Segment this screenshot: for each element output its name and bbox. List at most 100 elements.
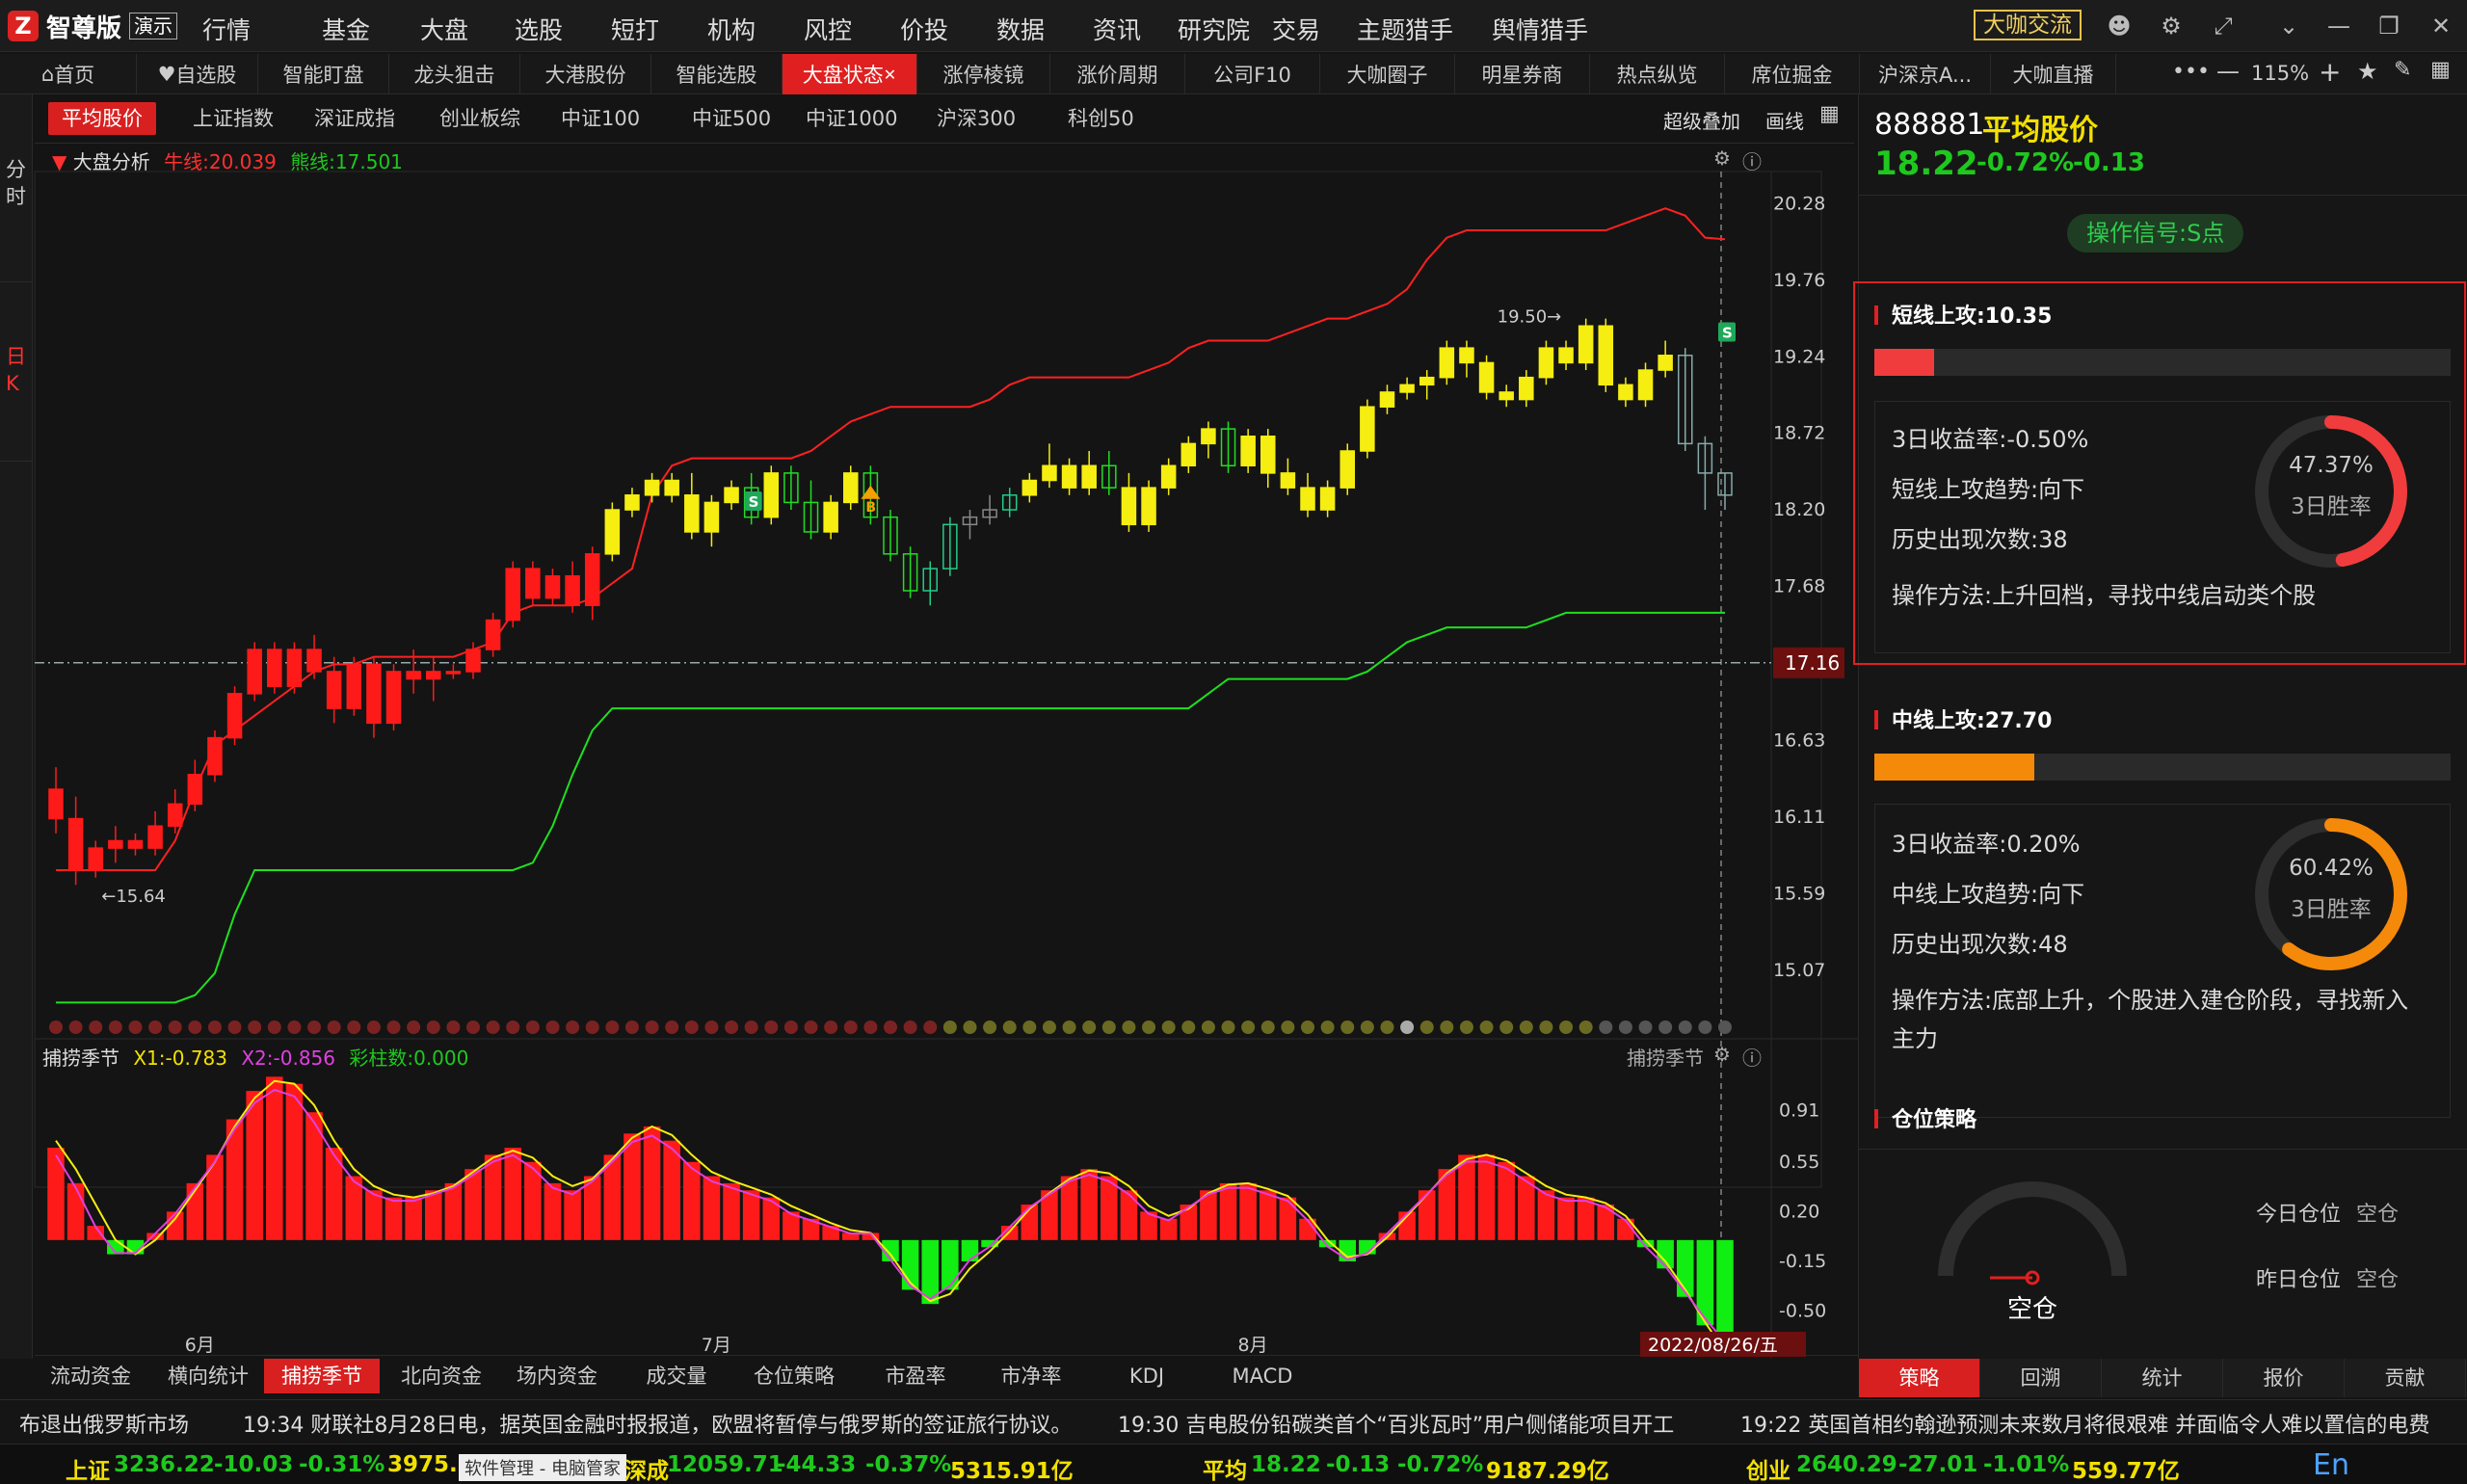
candle	[485, 619, 501, 650]
candle	[67, 817, 84, 871]
bottom-tab-3[interactable]: 北向资金	[384, 1359, 499, 1393]
mid-attack-fill	[1874, 754, 2034, 781]
more-tabs-icon[interactable]: •••	[2172, 60, 2210, 84]
candle	[1618, 384, 1633, 401]
sub-bar	[942, 1239, 959, 1290]
star-icon[interactable]: ★	[2357, 58, 2378, 85]
bottom-tab-0[interactable]: 流动资金	[33, 1359, 148, 1393]
right-tab-2[interactable]: 统计	[2102, 1359, 2223, 1397]
price-tick: 19.24	[1773, 346, 1825, 367]
settings-icon[interactable]: ⚙	[2155, 10, 2188, 42]
zoom-in-icon[interactable]: +	[2319, 56, 2341, 88]
minimize-icon[interactable]: —	[2322, 10, 2355, 42]
chevron-down-icon[interactable]: ⌄	[2272, 10, 2305, 42]
tab-14[interactable]: 沪深京A...	[1860, 54, 1991, 94]
right-tab-1[interactable]: 回溯	[1980, 1359, 2102, 1397]
ime-indicator[interactable]: En	[2313, 1448, 2349, 1482]
zoom-out-icon[interactable]: —	[2216, 58, 2240, 85]
sub-bar	[285, 1083, 304, 1240]
candle	[664, 479, 679, 496]
bottom-tab-9[interactable]: KDJ	[1089, 1359, 1205, 1393]
sub-bar	[1597, 1205, 1615, 1240]
status-dot	[884, 1020, 897, 1034]
candle	[247, 649, 262, 695]
value: 48	[2038, 931, 2068, 958]
sub-bar	[1537, 1190, 1555, 1240]
layout-icon[interactable]: ▦	[2430, 58, 2451, 82]
candle	[1598, 325, 1614, 386]
candle	[1180, 442, 1197, 467]
status-dot	[446, 1020, 461, 1034]
candlestick-chart[interactable]: 20.28 19.76 19.24 18.72 18.20 17.68 16.63 16.11…	[0, 0, 1858, 1359]
avg-label[interactable]: 平均	[1203, 1452, 1247, 1484]
candle	[525, 568, 541, 599]
sh-label[interactable]: 上证	[66, 1452, 110, 1484]
news-item[interactable]: 19:22 英国首相约翰逊预测未来数月将很艰难 并面临令人难以置信的电费	[1740, 1408, 2429, 1439]
candle	[584, 553, 600, 607]
sub-bar	[1557, 1197, 1575, 1240]
candle	[505, 568, 520, 622]
sub-bar	[47, 1148, 65, 1240]
price-tick: 17.68	[1773, 575, 1825, 596]
sub-bar	[385, 1197, 403, 1240]
sub-bar	[365, 1190, 383, 1240]
news-item[interactable]: 19:30 吉电股份铅碳类首个“百兆瓦时”用户侧储能项目开工	[1118, 1408, 1674, 1439]
status-dot	[1658, 1020, 1673, 1034]
exchange-button[interactable]: 大咖交流	[1974, 10, 2082, 40]
tab-label: 沪深京A...	[1877, 64, 1973, 87]
news-item[interactable]: 19:34 财联社8月28日电，据英国金融时报报道，欧盟将暂停与俄罗斯的签证旅行…	[243, 1408, 1072, 1439]
bottom-tab-7[interactable]: 市盈率	[858, 1359, 973, 1393]
bottom-tab-2[interactable]: 捕捞季节	[264, 1359, 380, 1393]
right-tab-0[interactable]: 策略	[1859, 1359, 1980, 1397]
sz-label[interactable]: 深成	[624, 1452, 669, 1484]
today-position-label: 今日仓位	[2256, 1203, 2342, 1227]
status-dot	[267, 1020, 281, 1034]
close-icon[interactable]: ✕	[2425, 10, 2457, 42]
status-dot	[1241, 1020, 1256, 1034]
bottom-tab-8[interactable]: 市净率	[973, 1359, 1089, 1393]
bottom-tab-5[interactable]: 成交量	[619, 1359, 734, 1393]
right-panel: 888881 平均股价 18.22 -0.72% -0.13 操作信号:S点 短…	[1853, 94, 2467, 1397]
bottom-tab-6[interactable]: 仓位策略	[736, 1359, 852, 1393]
status-dot	[942, 1020, 957, 1034]
sh-change: -10.03	[214, 1452, 294, 1477]
candle	[1280, 472, 1296, 489]
cy-label[interactable]: 创业	[1746, 1452, 1791, 1484]
pen-icon[interactable]: ✎	[2394, 58, 2411, 82]
restore-icon[interactable]: ❐	[2373, 10, 2405, 42]
candle	[624, 494, 640, 511]
collapse-icon[interactable]: ⤢	[2207, 10, 2240, 42]
user-icon[interactable]: ☻	[2103, 10, 2135, 42]
cy-pct: -1.01%	[1983, 1452, 2070, 1477]
candle	[763, 472, 780, 518]
tab-15[interactable]: 大咖直播	[1991, 54, 2116, 94]
right-tab-4[interactable]: 贡献	[2345, 1359, 2466, 1397]
news-item[interactable]: 布退出俄罗斯市场	[19, 1408, 189, 1439]
sub-bar	[703, 1176, 721, 1240]
status-dot	[1281, 1020, 1295, 1034]
sub-settings-icon[interactable]: ⚙	[1713, 1043, 1731, 1066]
status-dot	[585, 1020, 599, 1034]
status-dot	[407, 1020, 421, 1034]
right-tab-3[interactable]: 报价	[2223, 1359, 2345, 1397]
sub-help-icon[interactable]: ⓘ	[1742, 1043, 1762, 1071]
bottom-tab-10[interactable]: MACD	[1205, 1359, 1320, 1393]
sh-index: 3236.22	[114, 1452, 215, 1477]
status-dot	[1002, 1020, 1017, 1034]
status-dot	[566, 1020, 580, 1034]
mid-attack-title: 中线上攻:27.70	[1874, 703, 2052, 734]
sub-bar	[1498, 1161, 1515, 1240]
status-dot	[1320, 1020, 1335, 1034]
status-dot	[1419, 1020, 1434, 1034]
sub-bar	[544, 1182, 562, 1240]
status-dot	[1718, 1020, 1732, 1034]
candle	[366, 663, 382, 725]
sub-indicator-name[interactable]: 捕捞季节	[42, 1047, 119, 1070]
mid-trend: 中线上攻趋势:向下	[1892, 875, 2084, 909]
bottom-tab-1[interactable]: 横向统计	[150, 1359, 266, 1393]
short-trend: 短线上攻趋势:向下	[1892, 470, 2084, 504]
status-dot	[1678, 1020, 1692, 1034]
status-dot	[1142, 1020, 1156, 1034]
status-dot	[764, 1020, 779, 1034]
bottom-tab-4[interactable]: 场内资金	[499, 1359, 615, 1393]
